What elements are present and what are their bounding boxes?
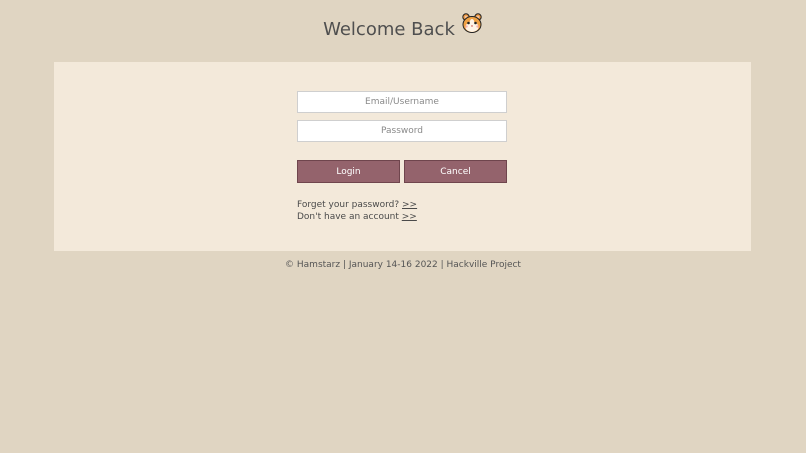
footer: © Hamstarz | January 14-16 2022 | Hackvi… <box>285 260 521 270</box>
hamster-icon <box>461 12 483 44</box>
signup-line: Don't have an account >> <box>297 211 417 223</box>
email-username-input[interactable] <box>297 91 507 113</box>
login-page: Welcome Back Login Cancel <box>0 0 806 453</box>
login-card: Login Cancel Forget your password? >> Do… <box>54 62 751 251</box>
signup-text: Don't have an account <box>297 212 402 222</box>
forgot-password-line: Forget your password? >> <box>297 199 417 211</box>
login-button[interactable]: Login <box>297 160 400 183</box>
page-title: Welcome Back <box>0 12 806 46</box>
cancel-button[interactable]: Cancel <box>404 160 507 183</box>
page-title-text: Welcome Back <box>323 19 455 40</box>
forgot-password-text: Forget your password? <box>297 200 403 210</box>
password-input[interactable] <box>297 120 507 142</box>
forgot-password-link[interactable]: >> <box>402 200 417 210</box>
signup-link[interactable]: >> <box>402 212 417 222</box>
help-links: Forget your password? >> Don't have an a… <box>297 199 417 223</box>
